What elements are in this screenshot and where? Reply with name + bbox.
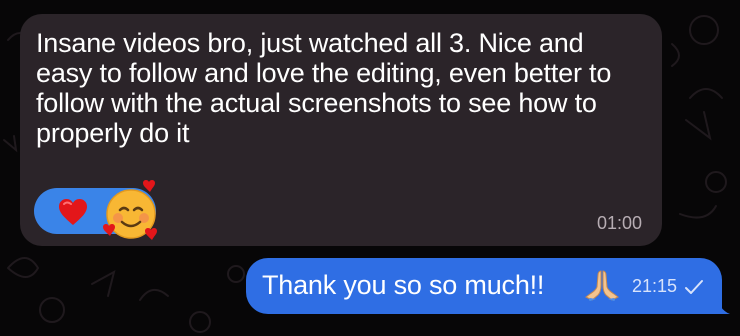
smiling-face-with-hearts-icon — [103, 180, 157, 240]
folded-hands-icon — [585, 270, 619, 301]
incoming-message-bubble[interactable]: Insane videos bro, just watched all 3. N… — [20, 14, 662, 246]
incoming-message-text: Insane videos bro, just watched all 3. N… — [36, 28, 612, 148]
incoming-message-time: 01:00 — [596, 213, 642, 233]
bubble-tail — [710, 296, 730, 314]
outgoing-message-bubble[interactable]: Thank you so so much!! 21:15 — [246, 258, 730, 314]
red-heart-icon — [59, 199, 87, 225]
outgoing-message-text: Thank you so so much!! — [262, 270, 545, 300]
reaction-pill[interactable] — [34, 180, 157, 240]
check-icon — [685, 280, 703, 294]
outgoing-message-time: 21:15 — [632, 276, 678, 296]
